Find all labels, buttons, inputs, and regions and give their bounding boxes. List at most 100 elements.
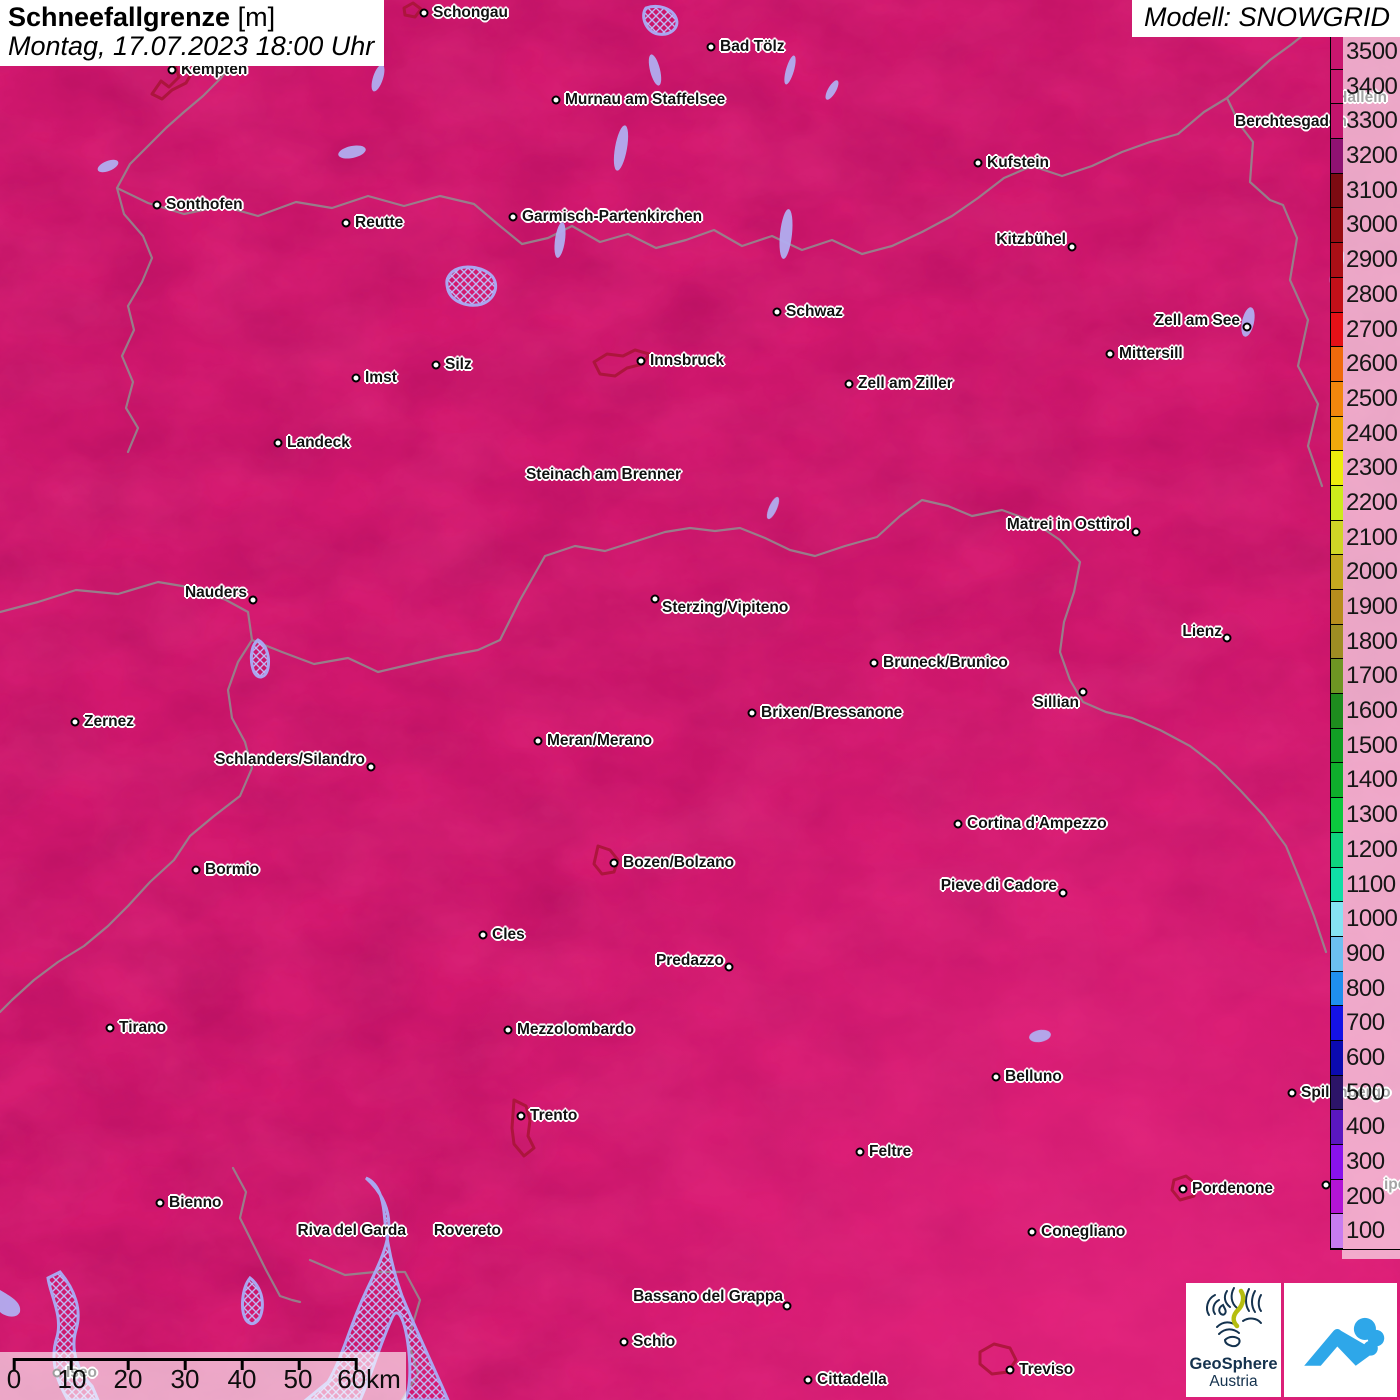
colorbar-row: 500 <box>1331 1075 1400 1111</box>
colorbar-swatch <box>1331 520 1343 556</box>
city-label: Zell am See <box>1154 312 1240 329</box>
colorbar-row: 1600 <box>1331 694 1400 729</box>
colorbar-row: 1500 <box>1331 728 1400 764</box>
colorbar-row: 200 <box>1331 1179 1400 1215</box>
colorbar-row: 2500 <box>1331 381 1400 417</box>
weather-map-canvas: Schongau Bad Tölz Kempten Murnau am Staf… <box>0 0 1400 1400</box>
city-dot-icon <box>248 595 258 605</box>
colorbar-row: 3400 <box>1331 69 1400 105</box>
city-label: Innsbruck <box>650 352 725 369</box>
colorbar-swatch <box>1331 347 1343 382</box>
colorbar-row: 2800 <box>1331 277 1400 313</box>
colorbar-tick-label: 3200 <box>1346 142 1398 170</box>
city-dot-icon <box>478 930 488 940</box>
geosphere-contours-icon <box>1205 1287 1262 1348</box>
colorbar-tick-label: 1900 <box>1346 593 1398 620</box>
colorbar-swatch <box>1331 451 1343 486</box>
colorbar-row: 3500 <box>1331 35 1400 70</box>
city-label: Rovereto <box>433 1222 501 1239</box>
colorbar-swatch <box>1331 1179 1343 1215</box>
city-dot-icon <box>1222 633 1232 643</box>
city-dot-icon <box>772 307 782 317</box>
city-dot-icon <box>973 158 983 168</box>
city-dot-icon <box>1067 242 1077 252</box>
city-dot-icon <box>1078 687 1088 697</box>
colorbar-tick-label: 1300 <box>1346 801 1398 829</box>
colorbar-tick-label: 500 <box>1346 1078 1385 1106</box>
colorbar-tick-label: 200 <box>1346 1182 1385 1210</box>
city-label: Bassano del Grappa <box>633 1288 783 1305</box>
scalebar-label: 40 <box>227 1364 257 1394</box>
colorbar-row: 1100 <box>1331 867 1400 903</box>
colorbar-row: 2100 <box>1331 520 1400 556</box>
colorbar-swatch <box>1331 1145 1343 1180</box>
city-dot-icon <box>1027 1227 1037 1237</box>
map-datetime: Montag, 17.07.2023 18:00 Uhr <box>8 31 375 61</box>
city-label: Mezzolombardo <box>517 1021 635 1038</box>
colorbar-tick-label: 2700 <box>1346 315 1398 343</box>
map-title: Schneefallgrenze [m] <box>8 3 374 32</box>
city-label: Garmisch-Partenkirchen <box>522 208 703 225</box>
colorbar-row: 2700 <box>1331 312 1400 348</box>
colorbar-tick-label: 2000 <box>1346 558 1398 586</box>
city-label: Murnau am Staffelsee <box>565 91 726 108</box>
scalebar-label: 20 <box>113 1364 143 1394</box>
city-label: Pieve di Cadore <box>940 877 1057 894</box>
colorbar-row: 1400 <box>1331 763 1400 799</box>
city-dot-icon <box>747 708 757 718</box>
city-label: Matrei in Osttirol <box>1006 516 1130 533</box>
geosphere-wordmark: GeoSphere <box>1189 1355 1278 1373</box>
colorbar-row: 700 <box>1331 1006 1400 1041</box>
city-label: Bozen/Bolzano <box>623 854 735 871</box>
scalebar-label: 10 <box>57 1364 87 1394</box>
city-label: Riva del Garda <box>297 1222 406 1239</box>
city-dot-icon <box>953 819 963 829</box>
colorbar-row: 3300 <box>1331 104 1400 140</box>
colorbar-tick-label: 600 <box>1346 1043 1385 1071</box>
colorbar-row: 1800 <box>1331 624 1400 660</box>
city-dot-icon <box>105 1023 115 1033</box>
city-label: Cittadella <box>817 1371 887 1388</box>
colorbar-swatch <box>1331 590 1343 625</box>
colorbar-tick-label: 2100 <box>1346 523 1398 551</box>
colorbar-swatch <box>1331 1040 1343 1076</box>
colorbar-tick-label: 3300 <box>1346 107 1398 135</box>
colorbar-row: 2900 <box>1331 243 1400 278</box>
city-label: Cles <box>492 926 525 943</box>
colorbar-swatch <box>1331 902 1343 937</box>
colorbar-swatch <box>1331 208 1343 244</box>
city-label: Imst <box>365 369 397 386</box>
city-label: Sonthofen <box>166 196 243 213</box>
city-label: Bormio <box>205 861 260 878</box>
colorbar-tick-label: 800 <box>1346 974 1385 1002</box>
city-dot-icon <box>155 1198 165 1208</box>
city-label: Landeck <box>287 434 350 451</box>
city-label: Kitzbühel <box>996 231 1066 248</box>
colorbar-swatch <box>1331 763 1343 799</box>
city-label: Schlanders/Silandro <box>215 751 365 768</box>
city-label: Schongau <box>433 4 508 21</box>
city-dot-icon <box>619 1337 629 1347</box>
colorbar-swatch <box>1331 555 1343 590</box>
colorbar: 3500 3400 3300 3200 3100 3000 2900 2800 … <box>1330 34 1400 1251</box>
colorbar-swatch <box>1331 381 1343 417</box>
city-label: Schwaz <box>786 303 843 320</box>
colorbar-tick-label: 1700 <box>1346 662 1398 690</box>
colorbar-swatch <box>1331 936 1343 972</box>
city-dot-icon <box>533 736 543 746</box>
colorbar-tick-label: 2200 <box>1346 488 1398 516</box>
city-dot-icon <box>1242 322 1252 332</box>
city-dot-icon <box>191 865 201 875</box>
city-dot-icon <box>724 962 734 972</box>
city-label: Brixen/Bressanone <box>761 704 903 721</box>
city-dot-icon <box>152 200 162 210</box>
city-dot-icon <box>1058 888 1068 898</box>
scalebar-label: 60km <box>337 1364 401 1394</box>
city-dot-icon <box>844 379 854 389</box>
colorbar-row: 800 <box>1331 971 1400 1007</box>
colorbar-swatch <box>1331 69 1343 105</box>
scalebar-label: 30 <box>170 1364 200 1394</box>
city-dot-icon <box>1131 527 1141 537</box>
colorbar-tick-label: 2500 <box>1346 384 1398 412</box>
colorbar-tick-label: 3500 <box>1346 38 1398 65</box>
